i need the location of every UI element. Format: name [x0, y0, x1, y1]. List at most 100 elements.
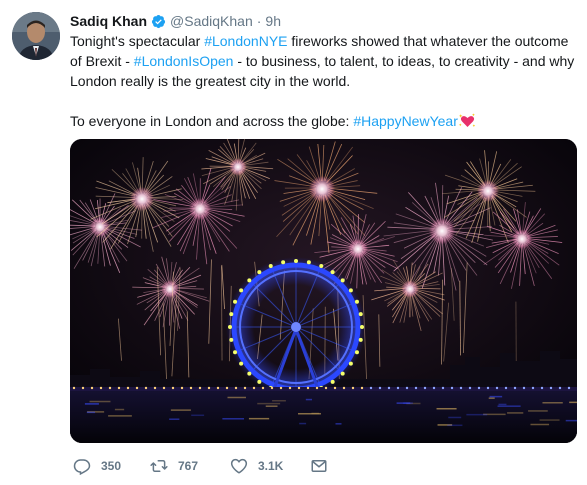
bank-light — [450, 386, 454, 390]
water-reflection — [248, 417, 270, 420]
wheel-pod-light — [257, 379, 262, 384]
bank-light — [126, 386, 130, 390]
bank-light — [153, 386, 157, 390]
bank-light — [342, 386, 346, 390]
bank-light — [135, 386, 139, 390]
envelope-icon — [311, 460, 327, 472]
wheel-pod-light — [348, 288, 353, 293]
bank-light — [144, 386, 148, 390]
author-name[interactable]: Sadiq Khan — [70, 13, 147, 29]
water-reflection — [528, 410, 548, 412]
retweet-button[interactable]: 767 — [150, 457, 198, 475]
verified-badge-icon — [151, 14, 166, 28]
hashtag-londonisopen[interactable]: #LondonIsOpen — [134, 53, 234, 69]
burst-core — [129, 186, 155, 212]
reply-button[interactable]: 350 — [73, 457, 121, 475]
bank-light — [81, 386, 85, 390]
water-reflection — [305, 398, 313, 401]
hashtag-happynewyear[interactable]: #HappyNewYear — [353, 113, 458, 129]
text-segment: Tonight's spectacular — [70, 33, 205, 49]
burst-core — [308, 175, 336, 203]
separator-dot: · — [256, 13, 262, 29]
burst-core — [401, 280, 419, 298]
fireworks-scene — [70, 139, 577, 443]
water-reflection — [447, 424, 463, 427]
burst-core — [189, 198, 211, 220]
water-reflection — [227, 396, 246, 399]
bank-light — [378, 386, 382, 390]
bank-light — [297, 386, 301, 390]
wheel-pod-light — [358, 337, 363, 342]
bank-light — [162, 386, 166, 390]
water-reflection — [170, 409, 191, 411]
water-reflection — [403, 402, 413, 404]
water-reflection — [448, 416, 462, 419]
tweet-paragraph-1: Tonight's spectacular #LondonNYE firewor… — [70, 31, 580, 91]
wheel-pod-light — [229, 337, 234, 342]
bank-light — [333, 386, 337, 390]
bank-light — [315, 386, 319, 390]
bank-light — [459, 386, 463, 390]
bank-light — [288, 386, 292, 390]
bank-light — [396, 386, 400, 390]
bank-light — [270, 386, 274, 390]
timestamp[interactable]: 9h — [265, 13, 281, 29]
wheel-pod-light — [228, 325, 232, 329]
direct-message-button[interactable] — [310, 457, 338, 475]
wheel-pod-light — [233, 299, 238, 304]
water-reflection — [335, 423, 342, 425]
water-reflection — [539, 419, 560, 421]
water-reflection — [298, 412, 321, 415]
bank-light — [252, 386, 256, 390]
bank-light — [432, 386, 436, 390]
avatar[interactable] — [12, 12, 60, 60]
wheel-pod-light — [360, 325, 364, 329]
like-button[interactable]: 3.1K — [230, 457, 283, 475]
wheel-pod-light — [348, 361, 353, 366]
sparkling-heart-icon — [458, 113, 476, 127]
bank-light — [171, 386, 175, 390]
tweet-text: Tonight's spectacular #LondonNYE firewor… — [70, 31, 580, 131]
wheel-pod-light — [268, 264, 273, 269]
bank-light — [99, 386, 103, 390]
author-handle[interactable]: @SadiqKhan — [170, 13, 253, 29]
water-reflection — [265, 405, 278, 407]
bank-light — [531, 386, 535, 390]
bank-light — [558, 386, 562, 390]
bank-light — [225, 386, 229, 390]
retweet-icon — [150, 460, 168, 472]
water-reflection — [84, 403, 99, 405]
water-reflection — [169, 418, 180, 420]
water-reflection — [530, 423, 550, 426]
bank-light — [549, 386, 553, 390]
wheel-pod-light — [281, 260, 286, 265]
bank-light — [180, 386, 184, 390]
water-reflection — [272, 399, 286, 402]
water-reflection — [86, 411, 96, 414]
bank-light — [108, 386, 112, 390]
wheel-pod-light — [330, 379, 335, 384]
wheel-pod-light — [239, 361, 244, 366]
water-reflection — [497, 405, 521, 407]
like-count: 3.1K — [258, 459, 284, 473]
text-segment: To everyone in London and across the glo… — [70, 113, 354, 129]
water-reflection — [436, 407, 457, 410]
hashtag-londonnye[interactable]: #LondonNYE — [204, 33, 287, 49]
water-reflection — [257, 402, 281, 405]
water-reflection — [498, 403, 507, 406]
bank-light — [567, 386, 571, 390]
bank-light — [513, 386, 517, 390]
wheel-pod-light — [319, 264, 324, 269]
water-reflection — [89, 400, 111, 403]
wheel-pod-light — [257, 270, 262, 275]
london-eye-fireworks-image[interactable] — [70, 139, 577, 443]
bank-light — [279, 386, 283, 390]
burst-core — [512, 229, 532, 249]
water-reflection — [507, 412, 524, 414]
tweet: Sadiq Khan @SadiqKhan · 9h Tonight's spe… — [0, 0, 587, 485]
wheel-pod-light — [330, 270, 335, 275]
bank-light — [243, 386, 247, 390]
wheel-pod-light — [247, 371, 252, 376]
bank-light — [234, 386, 238, 390]
bank-light — [522, 386, 526, 390]
